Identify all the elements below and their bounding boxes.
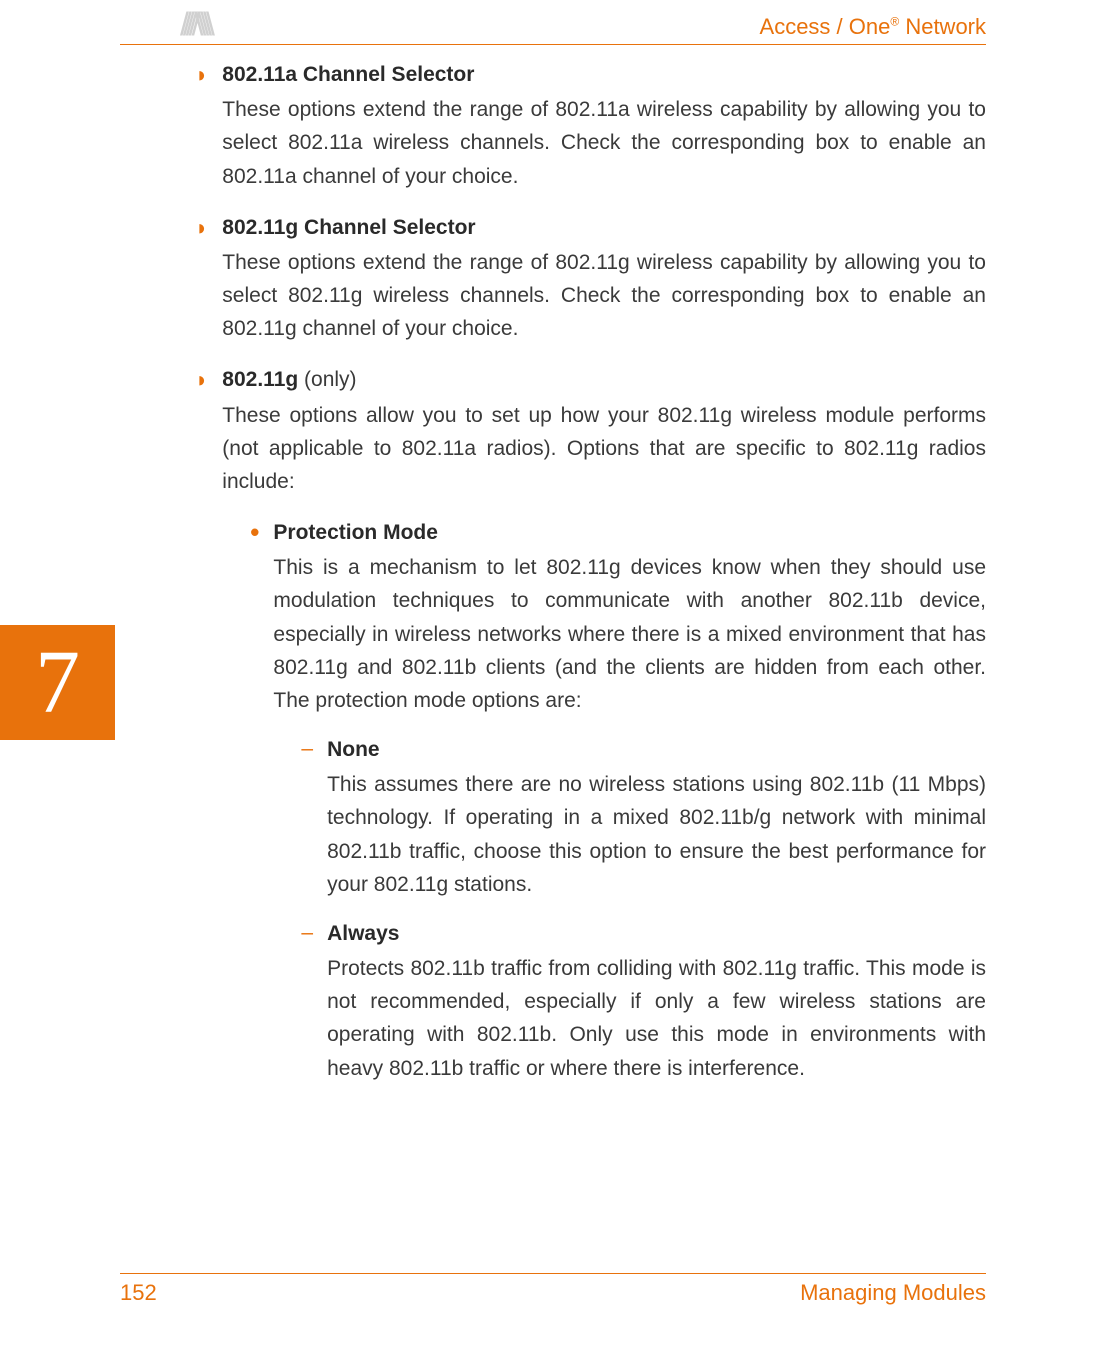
- page-footer: 152 Managing Modules: [120, 1273, 986, 1306]
- sub-bullet-title: Protection Mode: [273, 521, 438, 544]
- sub-bullet-body: Protection Mode This is a mechanism to l…: [273, 516, 986, 1085]
- bullet-marker-icon: ◗: [195, 58, 208, 193]
- bullet-title: 802.11g Channel Selector: [222, 216, 475, 239]
- dash-item: – Always Protects 802.11b traffic from c…: [301, 917, 986, 1085]
- dash-desc: Protects 802.11b traffic from colliding …: [327, 952, 986, 1085]
- bullet-desc: These options extend the range of 802.11…: [222, 246, 986, 346]
- header-title-sup: ®: [890, 15, 899, 29]
- bullet-body: 802.11g (only) These options allow you t…: [222, 363, 986, 1084]
- sub-bullet-marker-icon: •: [250, 516, 259, 1085]
- chapter-tab: 7: [0, 625, 115, 740]
- dash-body: Always Protects 802.11b traffic from col…: [327, 917, 986, 1085]
- bullet-item: ◗ 802.11g (only) These options allow you…: [195, 363, 986, 1084]
- bullet-body: 802.11a Channel Selector These options e…: [222, 58, 986, 193]
- header-title-part2: Network: [899, 14, 986, 39]
- header-product-title: Access / One® Network: [760, 14, 986, 40]
- bullet-item: ◗ 802.11a Channel Selector These options…: [195, 58, 986, 193]
- content-area: ◗ 802.11a Channel Selector These options…: [195, 58, 986, 1103]
- header-logo-icon: /////\\\\\: [180, 8, 209, 40]
- bullet-marker-icon: ◗: [195, 211, 208, 346]
- bullet-title-extra: (only): [298, 368, 356, 391]
- bullet-desc: These options allow you to set up how yo…: [222, 399, 986, 499]
- dash-title: Always: [327, 922, 399, 945]
- dash-title: None: [327, 738, 380, 761]
- bullet-title: 802.11g: [222, 368, 298, 391]
- bullet-desc: These options extend the range of 802.11…: [222, 93, 986, 193]
- dash-body: None This assumes there are no wireless …: [327, 733, 986, 901]
- footer-section-title: Managing Modules: [800, 1280, 986, 1306]
- bullet-item: ◗ 802.11g Channel Selector These options…: [195, 211, 986, 346]
- chapter-number: 7: [35, 631, 80, 734]
- bullet-title: 802.11a Channel Selector: [222, 63, 474, 86]
- bullet-body: 802.11g Channel Selector These options e…: [222, 211, 986, 346]
- page-header: /////\\\\\ Access / One® Network: [120, 0, 986, 45]
- sub-bullet-item: • Protection Mode This is a mechanism to…: [250, 516, 986, 1085]
- bullet-marker-icon: ◗: [195, 363, 208, 1084]
- page-number: 152: [120, 1280, 157, 1306]
- sub-bullet-desc: This is a mechanism to let 802.11g devic…: [273, 551, 986, 717]
- dash-desc: This assumes there are no wireless stati…: [327, 768, 986, 901]
- dash-item: – None This assumes there are no wireles…: [301, 733, 986, 901]
- dash-marker-icon: –: [301, 733, 313, 901]
- header-title-part1: Access / One: [760, 14, 891, 39]
- dash-marker-icon: –: [301, 917, 313, 1085]
